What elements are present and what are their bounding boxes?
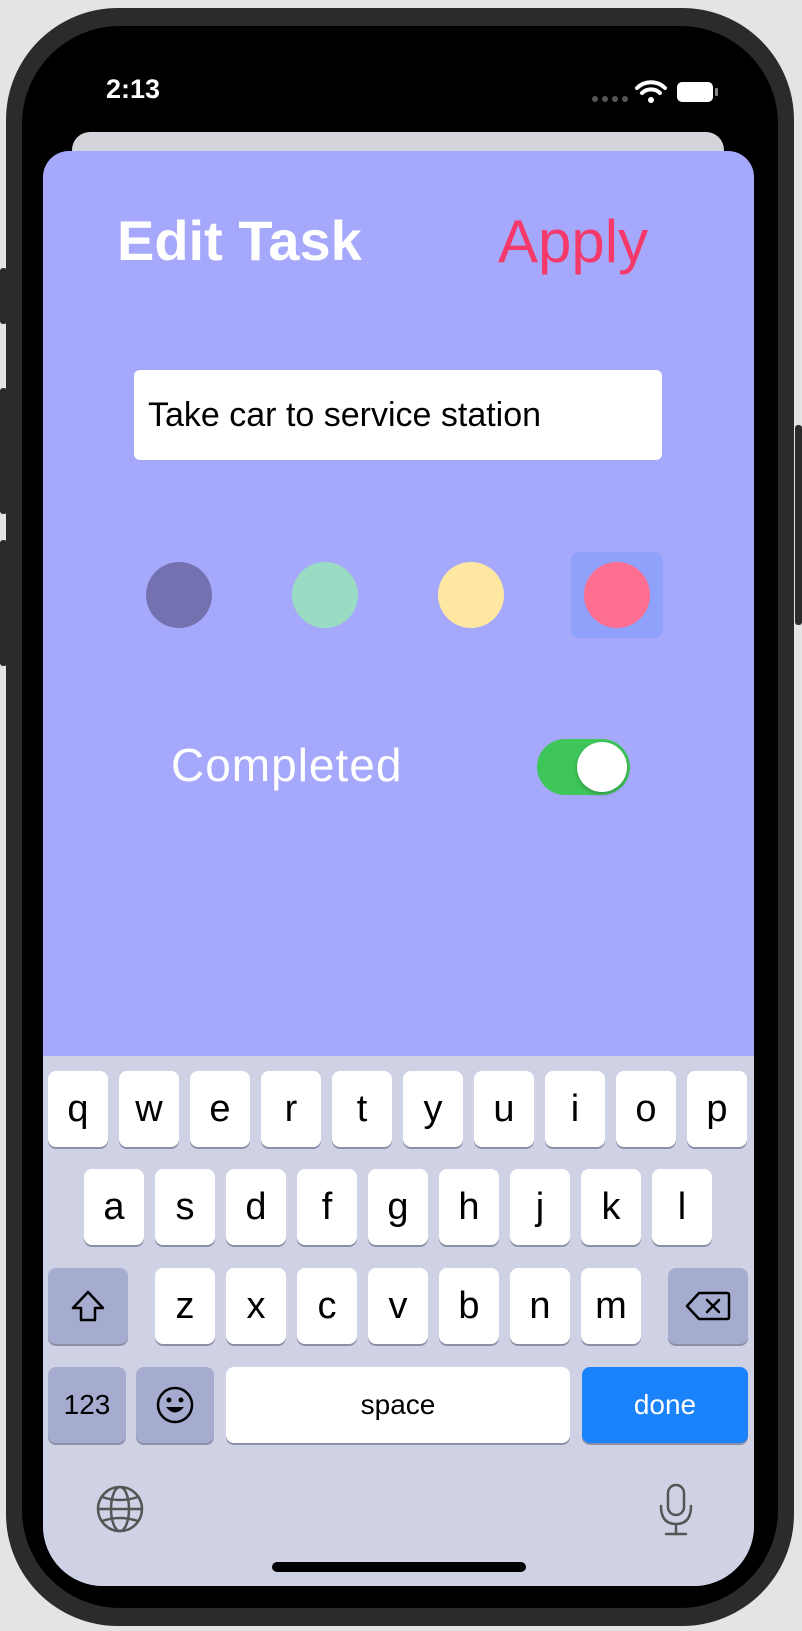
battery-icon — [677, 82, 718, 102]
key-s[interactable]: s — [155, 1169, 215, 1245]
keyboard: qwertyuiop asdfghjkl zxcvbnm 123 space d… — [43, 1056, 754, 1586]
key-n[interactable]: n — [510, 1268, 570, 1344]
space-key[interactable]: space — [226, 1367, 570, 1443]
key-e[interactable]: e — [190, 1071, 250, 1147]
page-title: Edit Task — [117, 209, 362, 272]
key-h[interactable]: h — [439, 1169, 499, 1245]
status-icons — [590, 78, 720, 106]
backspace-icon — [685, 1291, 731, 1321]
key-j[interactable]: j — [510, 1169, 570, 1245]
power-button — [795, 425, 802, 625]
toggle-knob — [577, 742, 627, 792]
home-indicator — [272, 1562, 526, 1572]
key-a[interactable]: a — [84, 1169, 144, 1245]
color-swatch — [584, 562, 650, 628]
key-q[interactable]: q — [48, 1071, 108, 1147]
wifi-icon — [635, 80, 667, 103]
key-p[interactable]: p — [687, 1071, 747, 1147]
ringer-switch — [0, 268, 7, 324]
key-r[interactable]: r — [261, 1071, 321, 1147]
volume-up-button — [0, 388, 7, 514]
color-option-pink[interactable] — [571, 552, 663, 638]
key-l[interactable]: l — [652, 1169, 712, 1245]
shift-key[interactable] — [48, 1268, 128, 1344]
color-option-green[interactable] — [279, 552, 371, 638]
key-m[interactable]: m — [581, 1268, 641, 1344]
key-k[interactable]: k — [581, 1169, 641, 1245]
task-name-field[interactable] — [134, 370, 662, 460]
delete-key[interactable] — [668, 1268, 748, 1344]
signal-dots-icon — [592, 96, 628, 102]
color-option-yellow[interactable] — [425, 552, 517, 638]
globe-icon[interactable] — [95, 1484, 145, 1534]
key-w[interactable]: w — [119, 1071, 179, 1147]
apply-button[interactable]: Apply — [498, 207, 648, 276]
color-swatch — [146, 562, 212, 628]
numbers-key[interactable]: 123 — [48, 1367, 126, 1443]
emoji-icon — [156, 1386, 194, 1424]
key-y[interactable]: y — [403, 1071, 463, 1147]
key-u[interactable]: u — [474, 1071, 534, 1147]
volume-down-button — [0, 540, 7, 666]
key-o[interactable]: o — [616, 1071, 676, 1147]
microphone-icon[interactable] — [656, 1482, 696, 1538]
key-c[interactable]: c — [297, 1268, 357, 1344]
completed-toggle[interactable] — [537, 739, 630, 795]
key-i[interactable]: i — [545, 1071, 605, 1147]
status-time: 2:13 — [106, 74, 161, 104]
color-swatch — [438, 562, 504, 628]
shift-icon — [71, 1290, 105, 1322]
key-v[interactable]: v — [368, 1268, 428, 1344]
key-d[interactable]: d — [226, 1169, 286, 1245]
key-g[interactable]: g — [368, 1169, 428, 1245]
emoji-key[interactable] — [136, 1367, 214, 1443]
color-option-purple[interactable] — [133, 552, 225, 638]
key-z[interactable]: z — [155, 1268, 215, 1344]
completed-label: Completed — [171, 739, 403, 791]
color-swatch — [292, 562, 358, 628]
key-b[interactable]: b — [439, 1268, 499, 1344]
done-key[interactable]: done — [582, 1367, 748, 1443]
key-f[interactable]: f — [297, 1169, 357, 1245]
key-x[interactable]: x — [226, 1268, 286, 1344]
key-t[interactable]: t — [332, 1071, 392, 1147]
